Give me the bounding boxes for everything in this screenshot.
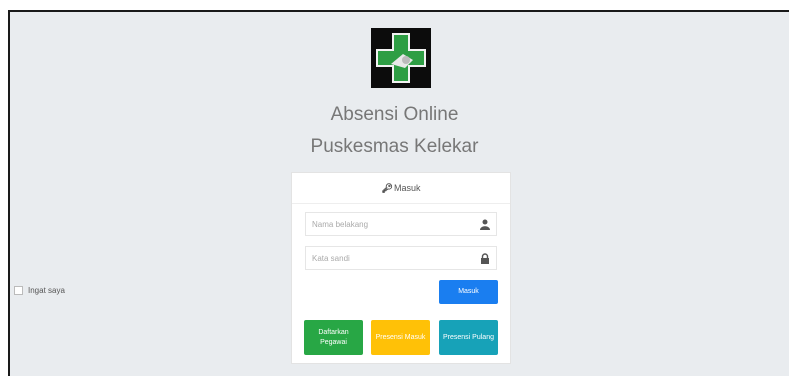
password-field[interactable] [305, 246, 497, 270]
username-field[interactable] [305, 212, 497, 236]
checkout-button[interactable]: Presensi Pulang [439, 320, 498, 355]
login-header-label: Masuk [393, 183, 421, 193]
login-card-header: 🔑︎Masuk [292, 173, 510, 204]
app-title: Absensi Online [330, 104, 459, 125]
login-button[interactable]: Masuk [439, 280, 498, 304]
register-employee-button[interactable]: Daftarkan Pegawai [304, 320, 363, 355]
lock-icon [481, 253, 489, 264]
password-input[interactable] [312, 253, 472, 263]
key-icon: 🔑︎ [381, 183, 393, 193]
user-icon [480, 219, 490, 230]
username-input[interactable] [312, 219, 472, 229]
remember-checkbox[interactable] [14, 286, 23, 295]
puskesmas-logo [371, 28, 431, 88]
remember-me[interactable]: Ingat saya [14, 286, 65, 295]
app-subtitle: Puskesmas Kelekar [310, 136, 479, 157]
remember-label: Ingat saya [28, 286, 65, 295]
checkin-button[interactable]: Presensi Masuk [371, 320, 430, 355]
